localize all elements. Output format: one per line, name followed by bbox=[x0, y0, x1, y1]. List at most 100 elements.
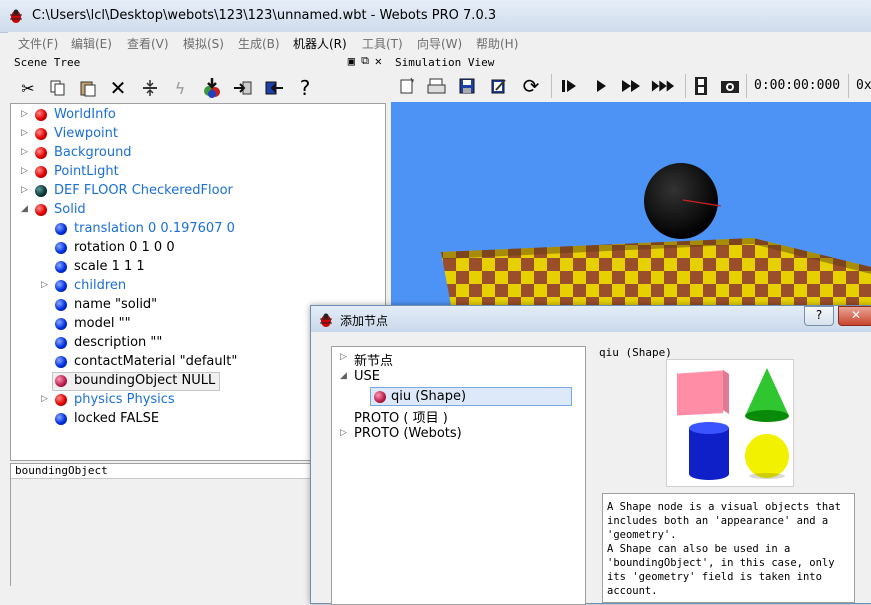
save-world-icon[interactable] bbox=[455, 74, 479, 98]
scene-tree-node[interactable]: rotation 0 1 0 0 bbox=[11, 239, 381, 258]
expand-arrow-icon[interactable]: ▷ bbox=[21, 109, 28, 119]
red-node-icon bbox=[35, 204, 47, 216]
import-icon[interactable] bbox=[262, 76, 286, 100]
scene-tree-header: Scene Tree ▣ ⧉ ✕ bbox=[10, 54, 385, 72]
toolbar-separator bbox=[551, 74, 552, 98]
menu-edit[interactable]: 编辑(E) bbox=[71, 35, 112, 52]
expand-arrow-icon[interactable]: ▷ bbox=[340, 352, 347, 362]
shape-primitives-icon bbox=[677, 368, 789, 480]
expand-arrow-icon[interactable]: ▷ bbox=[41, 280, 48, 290]
add-node-dialog: 添加节点 ? ✕ ▷ 新节点 ◢ USE qiu (Shape) PROTO ( 项目 )… bbox=[310, 305, 871, 605]
dialog-help-button[interactable]: ? bbox=[804, 306, 834, 326]
scene-tree-node-label: WorldInfo bbox=[54, 107, 116, 122]
screenshot-icon[interactable] bbox=[718, 74, 742, 98]
reset-to-default-icon[interactable] bbox=[138, 76, 162, 100]
blue-node-icon bbox=[55, 413, 67, 425]
blue-node-icon bbox=[55, 318, 67, 330]
paste-icon[interactable] bbox=[76, 76, 100, 100]
shape-preview-image bbox=[666, 359, 794, 487]
scene-tree-node[interactable]: ▷ WorldInfo bbox=[11, 106, 381, 125]
scene-tree-node[interactable]: ▷ DEF FLOOR CheckeredFloor bbox=[11, 182, 381, 201]
step-icon[interactable] bbox=[557, 74, 581, 98]
scene-tree-node[interactable]: scale 1 1 1 bbox=[11, 258, 381, 277]
menu-robot[interactable]: 机器人(R) bbox=[293, 35, 347, 52]
expand-arrow-icon[interactable]: ▷ bbox=[21, 147, 28, 157]
menu-simulation[interactable]: 模拟(S) bbox=[183, 35, 224, 52]
simulation-time: 0:00:00:000 bbox=[754, 78, 841, 93]
expand-arrow-icon[interactable]: ▷ bbox=[21, 166, 28, 176]
scene-tree-node[interactable]: ◢ Solid bbox=[11, 201, 381, 220]
reload-icon[interactable]: ⟳ bbox=[519, 74, 543, 98]
expand-arrow-icon[interactable]: ▷ bbox=[21, 128, 28, 138]
blue-node-icon bbox=[55, 242, 67, 254]
scene-tree-node[interactable]: ▷ Viewpoint bbox=[11, 125, 381, 144]
fast-icon[interactable] bbox=[619, 74, 643, 98]
open-world-icon[interactable] bbox=[425, 74, 449, 98]
expand-arrow-icon[interactable]: ▷ bbox=[340, 428, 347, 438]
transform-icon[interactable]: ϟ bbox=[168, 76, 192, 100]
node-tree-item[interactable]: PROTO ( 项目 ) bbox=[332, 406, 582, 426]
menu-file[interactable]: 文件(F) bbox=[18, 35, 58, 52]
new-world-icon[interactable] bbox=[395, 74, 419, 98]
menu-view[interactable]: 查看(V) bbox=[127, 35, 169, 52]
scene-tree-title: Scene Tree bbox=[14, 56, 81, 69]
red-node-icon bbox=[35, 109, 47, 121]
scene-tree-node-label: scale 1 1 1 bbox=[74, 259, 145, 274]
expand-arrow-icon[interactable]: ▷ bbox=[21, 185, 28, 195]
node-tree-item[interactable]: ◢ USE bbox=[332, 368, 582, 387]
edit-icon[interactable] bbox=[487, 74, 511, 98]
node-tree-item[interactable]: qiu (Shape) bbox=[370, 387, 572, 406]
delete-icon[interactable]: ✕ bbox=[106, 76, 130, 100]
blue-node-icon bbox=[55, 261, 67, 273]
help-icon[interactable]: ? bbox=[293, 76, 317, 100]
dialog-title-bar: 添加节点 ? ✕ bbox=[311, 306, 871, 332]
window-title: C:\Users\lcl\Desktop\webots\123\123\unna… bbox=[32, 8, 497, 23]
node-tree-panel: ▷ 新节点 ◢ USE qiu (Shape) PROTO ( 项目 ) ▷ PROTO (W… bbox=[331, 346, 586, 605]
expand-arrow-icon[interactable]: ▷ bbox=[41, 394, 48, 404]
blue-cylinder bbox=[689, 422, 729, 480]
fastest-icon[interactable] bbox=[651, 74, 675, 98]
restore-panel-icon[interactable]: ⧉ bbox=[361, 54, 369, 68]
run-icon[interactable] bbox=[589, 74, 613, 98]
scene-tree-node-label: locked FALSE bbox=[74, 411, 160, 426]
maroon-node-icon bbox=[55, 375, 67, 387]
menu-tools[interactable]: 工具(T) bbox=[362, 35, 403, 52]
dialog-close-button[interactable]: ✕ bbox=[838, 306, 871, 326]
webots-bug-icon bbox=[10, 9, 22, 23]
menu-build[interactable]: 生成(B) bbox=[238, 35, 280, 52]
menu-wizard[interactable]: 向导(W) bbox=[417, 35, 462, 52]
scene-tree-node-label: Background bbox=[54, 145, 132, 160]
add-node-icon[interactable] bbox=[200, 76, 224, 100]
red-node-icon bbox=[35, 166, 47, 178]
node-tree-item-label: PROTO (Webots) bbox=[354, 426, 462, 441]
simulation-speed: 0x bbox=[856, 78, 871, 93]
scene-tree-node-label: model "" bbox=[74, 316, 131, 331]
webots-bug-icon bbox=[320, 313, 332, 327]
collapse-arrow-icon[interactable]: ◢ bbox=[340, 371, 347, 381]
red-node-icon bbox=[55, 394, 67, 406]
green-cone bbox=[745, 368, 789, 422]
node-tree-item[interactable]: ▷ PROTO (Webots) bbox=[332, 425, 582, 444]
simulation-toolbar: ⟳ 0:00:00:000 0x bbox=[391, 70, 871, 102]
scene-tree-node[interactable]: ▷ children bbox=[11, 277, 381, 296]
export-icon[interactable] bbox=[231, 76, 255, 100]
collapse-arrow-icon[interactable]: ◢ bbox=[21, 204, 28, 214]
scene-tree-node[interactable]: ▷ Background bbox=[11, 144, 381, 163]
float-panel-icon[interactable]: ▣ bbox=[348, 54, 355, 68]
menu-help[interactable]: 帮助(H) bbox=[476, 35, 518, 52]
blue-node-icon bbox=[55, 356, 67, 368]
window-title-bar: C:\Users\lcl\Desktop\webots\123\123\unna… bbox=[0, 0, 871, 33]
cut-icon[interactable]: ✂ bbox=[16, 76, 40, 100]
node-tree-item[interactable]: ▷ 新节点 bbox=[332, 349, 582, 369]
scene-tree-node-label: rotation 0 1 0 0 bbox=[74, 240, 175, 255]
shape-node-icon bbox=[374, 391, 386, 403]
blue-node-icon bbox=[55, 337, 67, 349]
scene-tree-node[interactable]: ▷ PointLight bbox=[11, 163, 381, 182]
close-panel-icon[interactable]: ✕ bbox=[375, 54, 382, 68]
scene-tree-node-label: translation 0 0.197607 0 bbox=[74, 221, 235, 236]
scene-tree-node[interactable]: translation 0 0.197607 0 bbox=[11, 220, 381, 239]
movie-icon[interactable] bbox=[689, 74, 713, 98]
node-tree-item-label: qiu (Shape) bbox=[391, 389, 467, 404]
copy-icon[interactable] bbox=[46, 76, 70, 100]
node-tree-item-label: PROTO ( 项目 ) bbox=[354, 411, 448, 426]
